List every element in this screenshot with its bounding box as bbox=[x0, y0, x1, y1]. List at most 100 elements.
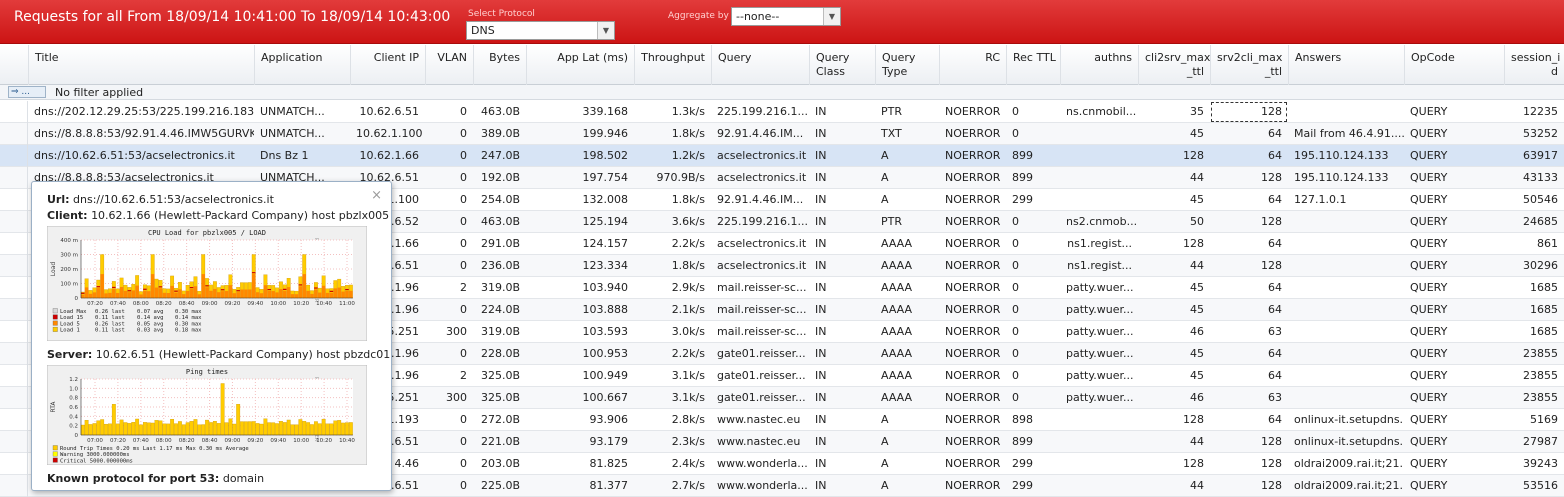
graph-bar bbox=[174, 292, 178, 298]
cell-vlan: 0 bbox=[460, 193, 467, 206]
column-header-ttl[interactable]: Rec TTL bbox=[1006, 45, 1060, 85]
table-row[interactable]: dns://202.12.29.25:53/225.199.216.183...… bbox=[0, 101, 1564, 123]
cell-qclass: IN bbox=[815, 457, 827, 470]
graph-bar bbox=[294, 294, 299, 298]
cell-query: 92.91.4.46.IM... bbox=[717, 193, 804, 206]
x-tick-label: 07:20 bbox=[110, 438, 126, 444]
cell-lat: 124.157 bbox=[582, 237, 629, 250]
cell-rc: NOERROR bbox=[945, 127, 1001, 140]
graph-bar bbox=[170, 419, 175, 436]
chevron-down-icon[interactable]: ▼ bbox=[823, 8, 840, 25]
column-header-opcode[interactable]: OpCode bbox=[1404, 45, 1504, 85]
row-selector[interactable] bbox=[0, 299, 28, 321]
row-selector[interactable] bbox=[0, 255, 28, 277]
graph-bar bbox=[201, 424, 206, 436]
column-header-qclass[interactable]: Query Class bbox=[809, 45, 875, 85]
graph-bar bbox=[209, 422, 213, 436]
cell-s2c: 128 bbox=[1261, 215, 1282, 228]
column-header-sid[interactable]: session_i d bbox=[1504, 45, 1564, 85]
graph-bar bbox=[325, 423, 330, 436]
column-header-title[interactable]: Title bbox=[28, 45, 254, 85]
aggregate-select[interactable]: --none-- ▼ bbox=[731, 7, 841, 26]
cell-thr: 2.2k/s bbox=[671, 237, 705, 250]
graph-bar bbox=[100, 274, 104, 298]
column-header-rc[interactable]: RC bbox=[939, 45, 1006, 85]
cell-authns bbox=[1060, 189, 1138, 211]
table-row[interactable]: dns://10.62.6.51:53/acselectronics.it Dns… bbox=[0, 145, 1564, 167]
cell-c2s: 45 bbox=[1190, 369, 1204, 382]
column-header-answers[interactable]: Answers bbox=[1288, 45, 1404, 85]
row-selector[interactable] bbox=[0, 277, 28, 299]
graph-bar bbox=[349, 290, 353, 298]
column-header-lat[interactable]: App Lat (ms) bbox=[526, 45, 634, 85]
column-header-authns[interactable]: authns bbox=[1060, 45, 1138, 85]
graph-bar bbox=[88, 424, 93, 436]
close-icon[interactable]: × bbox=[371, 188, 382, 203]
chevron-down-icon[interactable]: ▼ bbox=[597, 22, 614, 39]
cell-authns bbox=[1060, 167, 1138, 189]
row-selector[interactable] bbox=[0, 167, 28, 189]
cell-authns: ns.cnmobil... bbox=[1066, 105, 1137, 118]
cell-answers: oldrai2009.rai.it;21... bbox=[1294, 479, 1404, 492]
column-header-app[interactable]: Application bbox=[254, 45, 350, 85]
cell-qtype: A bbox=[881, 435, 889, 448]
report-title: Requests for all From 18/09/14 10:41:00 … bbox=[14, 9, 451, 25]
graph-bar bbox=[182, 294, 186, 298]
graph-bar bbox=[139, 424, 143, 436]
grid-header: Title Application Client IP VLAN Bytes App La… bbox=[0, 45, 1564, 85]
cell-opcode: QUERY bbox=[1410, 259, 1448, 272]
column-header-s2c[interactable]: srv2cli_max _ttl bbox=[1210, 45, 1288, 85]
row-selector[interactable] bbox=[0, 321, 28, 343]
row-selector[interactable] bbox=[0, 453, 28, 475]
row-selector[interactable] bbox=[0, 189, 28, 211]
aggregate-label: Aggregate by bbox=[668, 11, 729, 21]
column-header-vlan[interactable]: VLAN bbox=[425, 45, 473, 85]
cell-qtype: PTR bbox=[881, 215, 902, 228]
column-header-ip[interactable]: Client IP bbox=[350, 45, 425, 85]
graph-bar bbox=[111, 404, 116, 436]
column-header-c2s[interactable]: cli2srv_max _ttl bbox=[1138, 45, 1210, 85]
filter-button[interactable]: ⇒ ... bbox=[8, 86, 46, 98]
row-selector[interactable] bbox=[0, 409, 28, 431]
cell-qtype: AAAA bbox=[881, 369, 913, 382]
cell-authns: ns2.cnmob... bbox=[1066, 215, 1138, 228]
graph-bar bbox=[131, 422, 136, 436]
row-selector[interactable] bbox=[0, 123, 28, 145]
graph-bar bbox=[209, 290, 213, 298]
row-selector[interactable] bbox=[0, 365, 28, 387]
table-row[interactable]: dns://8.8.8.8:53/92.91.4.46.IMW5GURVK...… bbox=[0, 123, 1564, 145]
row-selector[interactable] bbox=[0, 145, 28, 167]
graph-bar bbox=[189, 289, 194, 298]
popup-client: Client: 10.62.1.66 (Hewlett-Packard Comp… bbox=[47, 208, 389, 224]
cell-lat: 123.334 bbox=[582, 259, 629, 272]
cell-qclass: IN bbox=[815, 215, 827, 228]
row-selector[interactable] bbox=[0, 431, 28, 453]
cell-opcode: QUERY bbox=[1410, 347, 1448, 360]
cell-rc: NOERROR bbox=[945, 259, 1001, 272]
row-selector[interactable] bbox=[0, 387, 28, 409]
graph-bar bbox=[100, 419, 105, 436]
cell-rc: NOERROR bbox=[945, 479, 1001, 492]
cell-query: mail.reisser-sc... bbox=[717, 303, 807, 316]
row-selector[interactable] bbox=[0, 101, 28, 123]
column-header-query[interactable]: Query bbox=[711, 45, 809, 85]
cell-bytes: 247.0B bbox=[480, 149, 520, 162]
cell-answers bbox=[1288, 343, 1404, 365]
graph-bar bbox=[236, 292, 240, 298]
column-header-bytes[interactable]: Bytes bbox=[473, 45, 526, 85]
row-selector[interactable] bbox=[0, 475, 28, 497]
column-header-thr[interactable]: Throughput bbox=[634, 45, 711, 85]
graph-bar bbox=[135, 285, 139, 298]
row-selector[interactable] bbox=[0, 343, 28, 365]
graph-bar bbox=[197, 424, 202, 436]
cell-ttl: 0 bbox=[1012, 127, 1019, 140]
cell-ttl: 0 bbox=[1012, 347, 1019, 360]
column-header-qtype[interactable]: Query Type bbox=[875, 45, 939, 85]
protocol-select[interactable]: DNS ▼ bbox=[466, 21, 615, 40]
url-value[interactable]: dns://10.62.6.51:53/acselectronics.it bbox=[73, 193, 274, 206]
row-selector[interactable] bbox=[0, 233, 28, 255]
cell-vlan: 0 bbox=[460, 215, 467, 228]
y-tick-label: 300 m bbox=[60, 253, 78, 259]
row-selector[interactable] bbox=[0, 211, 28, 233]
legend-avg: 0.14 avg bbox=[137, 315, 164, 321]
